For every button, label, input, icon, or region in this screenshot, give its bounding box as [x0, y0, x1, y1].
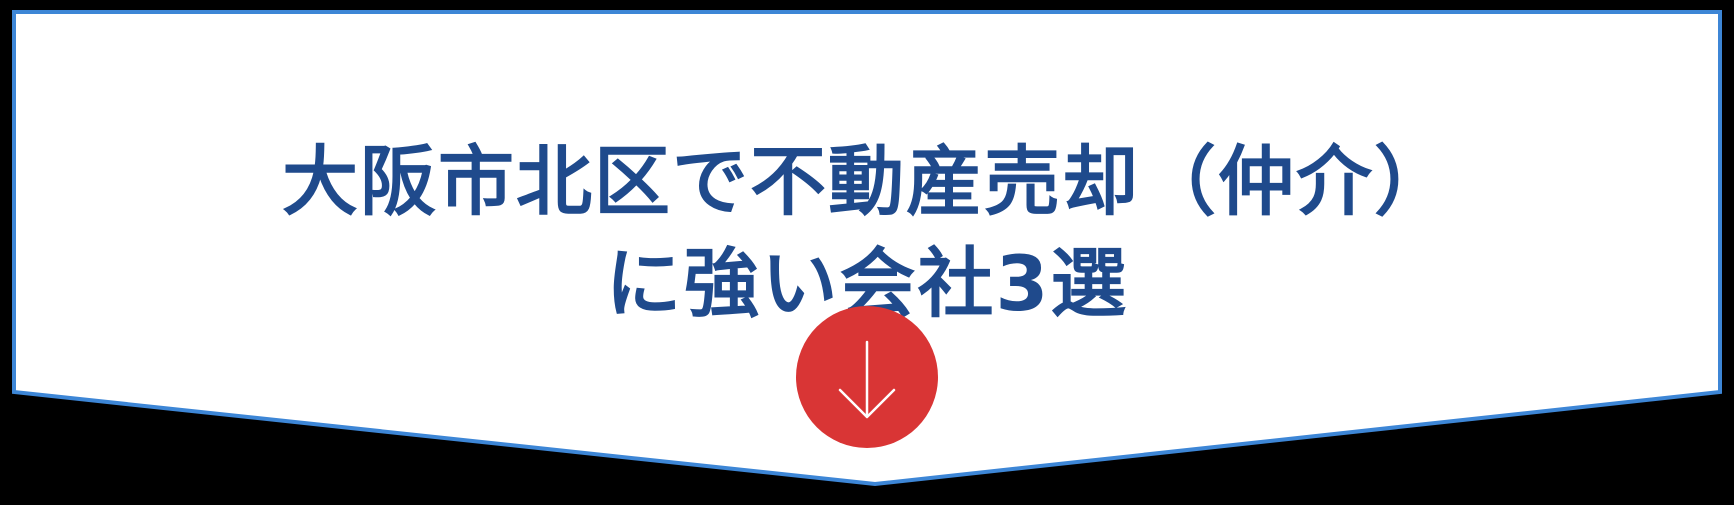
page-title: 大阪市北区で不動産売却（仲介） に強い会社3選 — [0, 131, 1734, 335]
title-line-1: 大阪市北区で不動産売却（仲介） — [282, 136, 1452, 226]
arrow-down-icon — [838, 340, 896, 419]
scroll-down-button[interactable] — [796, 306, 938, 448]
banner: 大阪市北区で不動産売却（仲介） に強い会社3選 — [0, 0, 1734, 505]
